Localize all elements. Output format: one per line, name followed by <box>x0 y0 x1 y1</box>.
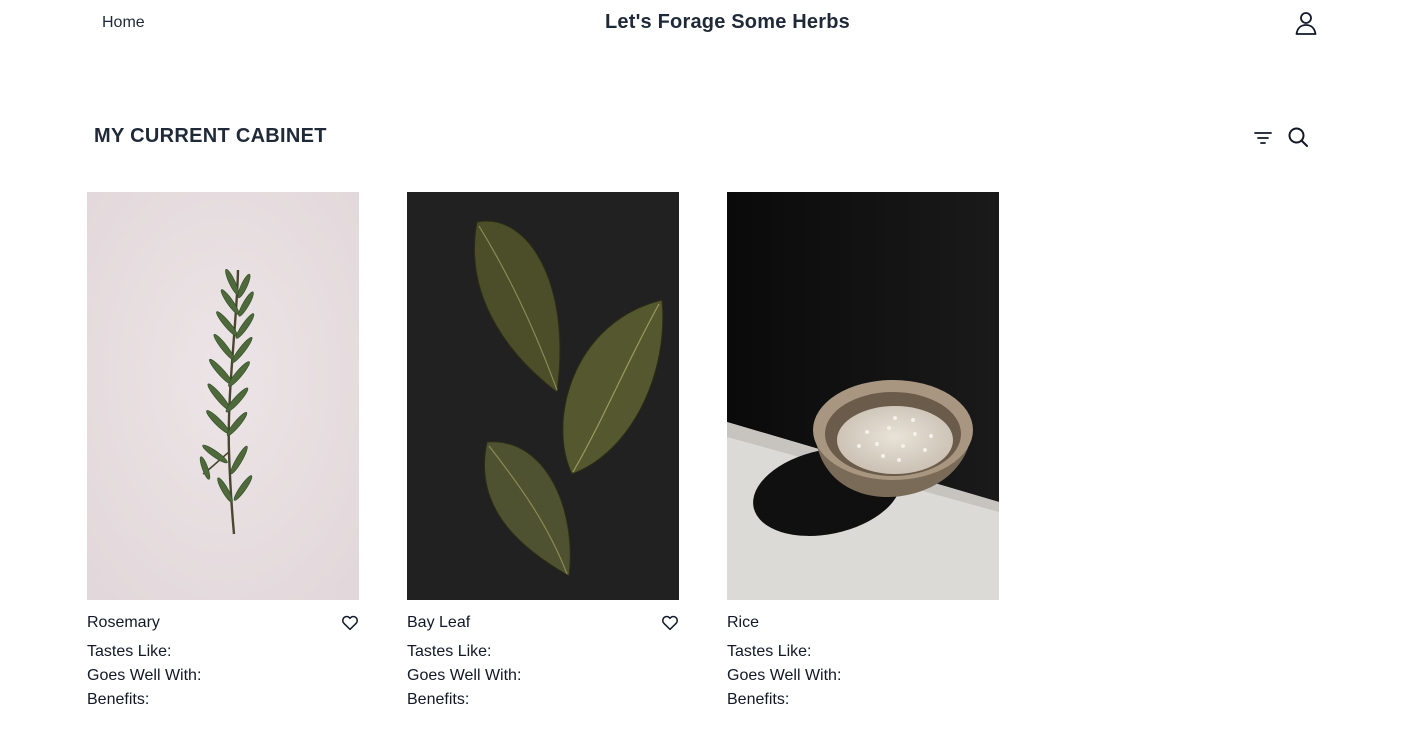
bay-leaf-image[interactable] <box>407 192 679 600</box>
user-icon[interactable] <box>1293 10 1319 36</box>
tastes-like-label: Tastes Like: <box>87 643 172 660</box>
tastes-like-label: Tastes Like: <box>407 643 492 660</box>
heart-icon[interactable] <box>341 614 359 632</box>
goes-well-with-label: Goes Well With: <box>407 667 522 684</box>
filter-icon[interactable] <box>1252 127 1274 149</box>
site-title: Let's Forage Some Herbs <box>605 11 850 33</box>
tastes-like-label: Tastes Like: <box>727 643 812 660</box>
search-icon[interactable] <box>1286 125 1310 149</box>
heart-icon[interactable] <box>661 614 679 632</box>
benefits-label: Benefits: <box>87 691 150 708</box>
herb-card-rosemary[interactable]: Rosemary Tastes Like: Goes Well With: Be… <box>87 192 359 712</box>
goes-well-with-label: Goes Well With: <box>727 667 842 684</box>
rice-image[interactable] <box>727 192 999 600</box>
section-title: MY CURRENT CABINET <box>94 125 327 147</box>
rosemary-image[interactable] <box>87 192 359 600</box>
benefits-label: Benefits: <box>727 691 790 708</box>
top-navigation: Home Let's Forage Some Herbs <box>0 0 1415 50</box>
herb-name: Rosemary <box>87 614 160 631</box>
herb-card-bay-leaf[interactable]: Bay Leaf Tastes Like: Goes Well With: Be… <box>407 192 679 712</box>
herb-card-rice[interactable]: Rice Tastes Like: Goes Well With: Benefi… <box>727 192 999 712</box>
benefits-label: Benefits: <box>407 691 470 708</box>
herb-name: Bay Leaf <box>407 614 471 631</box>
herb-name: Rice <box>727 614 760 631</box>
goes-well-with-label: Goes Well With: <box>87 667 202 684</box>
